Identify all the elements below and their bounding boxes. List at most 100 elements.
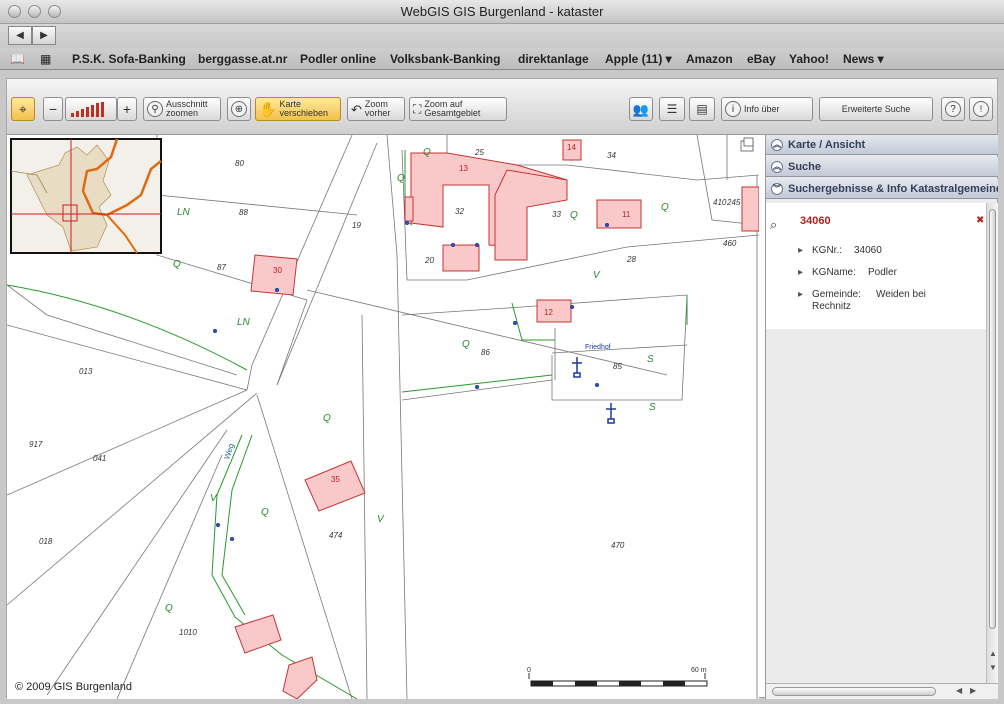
bookmark-item[interactable]: Apple (11) ▾ xyxy=(605,52,672,66)
row-label: KGNr.: xyxy=(812,245,843,256)
scale-start-label: 0 xyxy=(527,667,531,674)
zoom-previous-label: Zoom vorher xyxy=(365,100,391,118)
scale-bar: 0 60 m xyxy=(527,667,708,687)
zoom-target-button[interactable]: ⊕ xyxy=(227,97,251,121)
full-extent-icon: ⛶ xyxy=(413,101,422,116)
building-label: 11 xyxy=(622,210,631,219)
bookmark-item[interactable]: berggasse.at.nr xyxy=(198,52,287,66)
layers-button[interactable]: ▤ xyxy=(689,97,715,121)
layers-icon: ▤ xyxy=(696,101,708,116)
section-search-header[interactable]: ︽ Suche xyxy=(766,157,998,177)
row-value: Podler xyxy=(868,267,897,278)
land-use-label: Q xyxy=(261,507,269,518)
land-use-label: Q xyxy=(661,202,669,213)
parcel-label: 20 xyxy=(424,256,434,265)
back-button[interactable]: ◀ xyxy=(8,26,32,45)
bookmark-item[interactable]: direktanlage xyxy=(518,52,589,66)
bullet-icon: ▸ xyxy=(798,245,804,256)
map-toolbar: ⌖ − + ⚲ Ausschnitt zoomen ⊕ ✋ Karte versch… xyxy=(7,79,997,135)
close-window-button[interactable] xyxy=(8,5,21,18)
cross-base-icon xyxy=(573,372,581,378)
bookmark-item[interactable]: eBay xyxy=(747,52,776,66)
plus-icon: + xyxy=(122,100,132,117)
parcel-label: 013 xyxy=(79,367,93,376)
forward-button[interactable]: ▶ xyxy=(32,26,56,45)
zoom-window-button[interactable] xyxy=(48,5,61,18)
zoom-out-button[interactable]: − xyxy=(43,97,63,121)
land-use-label: S xyxy=(649,402,656,413)
browser-navbar: ◀ ▶ xyxy=(0,24,1004,48)
advanced-search-button[interactable]: Erweiterte Suche xyxy=(819,97,933,121)
bookmark-item[interactable]: Amazon xyxy=(686,52,733,66)
section-results-header[interactable]: ︾ Suchergebnisse & Info Katastralgemeind… xyxy=(766,179,998,199)
land-use-label: Q xyxy=(570,210,578,221)
info-icon: i xyxy=(725,101,741,117)
map-maximize-button[interactable] xyxy=(740,137,754,152)
bookmark-item[interactable]: P.S.K. Sofa-Banking xyxy=(72,52,186,66)
scrollbar-thumb[interactable] xyxy=(989,209,996,629)
parcel-label: 1010 xyxy=(179,628,197,637)
zoom-in-button[interactable]: + xyxy=(117,97,137,121)
bullet-icon: ▸ xyxy=(798,267,804,278)
bookmark-item[interactable]: News ▾ xyxy=(843,52,884,66)
close-result-icon[interactable]: ✖ xyxy=(976,215,984,226)
panel-horizontal-scrollbar[interactable]: ◀ ▶ xyxy=(766,683,998,699)
zoom-section-label: Ausschnitt zoomen xyxy=(166,100,208,118)
scroll-down-arrow-icon[interactable]: ▼ xyxy=(989,663,997,672)
land-use-label: Q xyxy=(462,339,470,350)
cross-icon xyxy=(606,403,616,419)
section-map-view-header[interactable]: ︽ Karte / Ansicht xyxy=(766,135,998,155)
parcel-label: 87 xyxy=(217,263,226,272)
zoom-to-result-icon[interactable]: ⌕ xyxy=(770,217,777,233)
bookmarks-bar: 📖 ▦ P.S.K. Sofa-Banking berggasse.at.nr … xyxy=(0,48,1004,70)
minimize-window-button[interactable] xyxy=(28,5,41,18)
zoom-full-extent-button[interactable]: ⛶ Zoom auf Gesamtgebiet xyxy=(409,97,507,121)
persons-button[interactable]: 👥 xyxy=(629,97,653,121)
zoom-previous-button[interactable]: ↶ Zoom vorher xyxy=(347,97,405,121)
advanced-search-label: Erweiterte Suche xyxy=(841,103,911,114)
parcel-label: 88 xyxy=(239,208,248,217)
panel-vertical-scrollbar[interactable]: ▲ ▼ xyxy=(986,203,998,683)
land-use-label: Q xyxy=(173,259,181,270)
building-30 xyxy=(250,254,298,296)
pan-map-button[interactable]: ✋ Karte verschieben xyxy=(255,97,341,121)
building-245 xyxy=(741,186,759,232)
select-tool-button[interactable]: ⌖ xyxy=(11,97,35,121)
parcel-label: 474 xyxy=(329,531,343,540)
section-label: Karte / Ansicht xyxy=(788,139,866,151)
help-button[interactable]: ? xyxy=(941,97,965,121)
info-button[interactable]: i Info über xyxy=(721,97,813,121)
parcel-label: 245 xyxy=(726,198,741,207)
building-20 xyxy=(442,244,480,272)
bookmark-item[interactable]: Volksbank-Banking xyxy=(390,52,500,66)
overview-map[interactable] xyxy=(10,138,162,254)
scroll-right-arrow-icon[interactable]: ▶ xyxy=(970,686,976,695)
bookmarks-book-icon[interactable]: 📖 xyxy=(10,52,25,66)
help-icon: ? xyxy=(945,101,961,117)
list-button[interactable]: ☰ xyxy=(659,97,685,121)
land-use-label: LN xyxy=(237,317,251,328)
bookmarks-grid-icon[interactable]: ▦ xyxy=(40,52,51,66)
window-title: WebGIS GIS Burgenland - kataster xyxy=(400,4,604,19)
cemetery-symbols xyxy=(572,357,616,424)
map-canvas[interactable]: 80 88 87 19 25 34 32 33 20 28 460 245 41… xyxy=(7,135,759,699)
bookmark-item[interactable]: Yahoo! xyxy=(789,52,829,66)
parcel-label: 86 xyxy=(481,348,490,357)
pan-map-label: Karte verschieben xyxy=(279,100,328,118)
result-id[interactable]: 34060 xyxy=(800,215,831,227)
cadastral-map-svg: 80 88 87 19 25 34 32 33 20 28 460 245 41… xyxy=(7,135,759,699)
bookmark-item[interactable]: Podler online xyxy=(300,52,376,66)
scroll-left-arrow-icon[interactable]: ◀ xyxy=(956,686,962,695)
scrollbar-thumb[interactable] xyxy=(772,687,936,696)
building-label: 35 xyxy=(331,475,340,484)
path-label: Weg xyxy=(222,442,236,460)
land-use-label: Q xyxy=(323,413,331,424)
zoom-full-extent-label-line2: Gesamtgebiet xyxy=(424,108,481,118)
cross-icon xyxy=(572,357,582,373)
options-button[interactable]: ! xyxy=(969,97,993,121)
parcel-label: 32 xyxy=(455,207,464,216)
zoom-section-button[interactable]: ⚲ Ausschnitt zoomen xyxy=(143,97,221,121)
zoom-level-slider[interactable] xyxy=(65,97,117,121)
parcel-label: 80 xyxy=(235,159,244,168)
scroll-up-arrow-icon[interactable]: ▲ xyxy=(989,649,997,658)
